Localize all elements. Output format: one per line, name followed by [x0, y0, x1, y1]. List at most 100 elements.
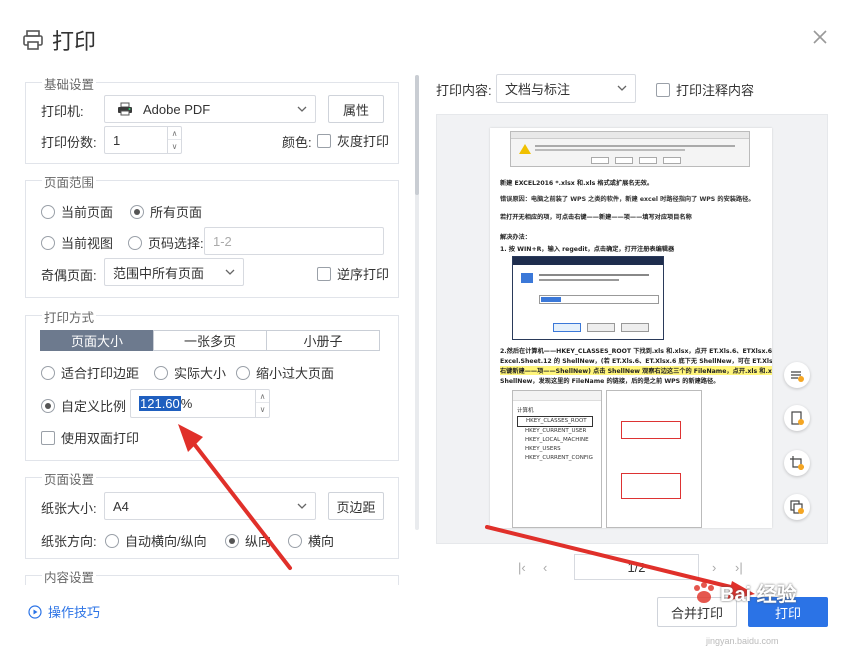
portrait-label: 纵向: [245, 534, 272, 549]
reverse-label: 逆序打印: [337, 267, 390, 282]
copies-stepper[interactable]: 1 ∧ ∨: [104, 126, 182, 154]
next-page-icon[interactable]: ›: [712, 560, 716, 575]
page-setup-group: 页面设置 纸张大小: A4 页边距 纸张方向: 自动横向/纵向 纵向 横向: [25, 469, 399, 559]
regedit-item: HKEY_CURRENT_CONFIG: [525, 455, 593, 461]
copy-icon: [790, 500, 804, 514]
settings-scrollbar-thumb[interactable]: [415, 75, 419, 195]
dialog-header: 打印: [22, 24, 96, 56]
doc-line: ShellNew，发现这里的 FileName 的链接，后的是之前 WPS 的新…: [500, 378, 720, 385]
grayscale-checkbox[interactable]: 灰度打印: [317, 131, 389, 150]
doc-line: 2.然后在计算机——HKEY_CLASSES_ROOT 下找到.xls 和.xl…: [500, 348, 772, 355]
radio-page-select[interactable]: 页码选择:: [128, 233, 204, 252]
preview-page: 新建 EXCEL2016 *.xlsx 和.xls 格式或扩展名无效。 错误原因…: [490, 128, 772, 528]
excel-dialog-image: [510, 131, 750, 167]
printer-label: 打印机:: [41, 104, 84, 119]
odd-even-label: 奇偶页面:: [41, 268, 97, 283]
reverse-checkbox[interactable]: 逆序打印: [317, 264, 389, 283]
shrink-large-label: 缩小过大页面: [256, 366, 335, 381]
radio-current-view[interactable]: 当前视图: [41, 233, 113, 252]
print-mode-group: 打印方式 页面大小 一张多页 小册子 适合打印边距 实际大小 缩小过大页面 自定…: [25, 307, 399, 461]
tips-label: 操作技巧: [48, 605, 101, 620]
radio-custom-scale[interactable]: 自定义比例: [41, 396, 126, 415]
dialog-title: 打印: [52, 29, 97, 54]
doc-line: 右键新建——项——ShellNew) 点击 ShellNew 观察右边这三个的 …: [500, 366, 772, 375]
auto-orientation-label: 自动横向/纵向: [125, 534, 207, 549]
tips-link[interactable]: 操作技巧: [28, 602, 100, 621]
scale-input[interactable]: 121.60 % ∧ ∨: [130, 389, 270, 418]
radio-landscape[interactable]: 横向: [288, 531, 334, 550]
radio-all-pages[interactable]: 所有页面: [130, 202, 202, 221]
copies-spin[interactable]: ∧ ∨: [167, 127, 181, 153]
printer-icon: [23, 30, 43, 50]
chevron-down-icon: [225, 269, 235, 275]
page-number-input[interactable]: 1/2: [574, 554, 699, 580]
grayscale-label: 灰度打印: [337, 134, 390, 149]
regedit-tree-image: [606, 390, 702, 528]
print-annotations-checkbox[interactable]: 打印注释内容: [656, 80, 754, 99]
paper-size-select[interactable]: A4: [104, 492, 316, 520]
regedit-tree: 计算机 HKEY_CLASSES_ROOT HKEY_CURRENT_USER …: [517, 407, 593, 463]
chevron-down-icon: [297, 106, 307, 112]
watermark-text: Bai 经验: [720, 584, 797, 606]
margin-button[interactable]: 页边距: [328, 492, 384, 520]
radio-shrink-large[interactable]: 缩小过大页面: [236, 363, 334, 382]
crop-button[interactable]: [784, 450, 810, 476]
printer-select[interactable]: Adobe PDF: [104, 95, 316, 123]
close-icon[interactable]: [810, 27, 830, 47]
radio-auto-orientation[interactable]: 自动横向/纵向: [105, 531, 207, 550]
page-range-legend: 页面范围: [42, 172, 97, 191]
doc-line: 1. 按 WIN+R，输入 regedit，点击确定，打开注册表编辑器: [500, 246, 675, 253]
all-pages-label: 所有页面: [150, 205, 203, 220]
doc-line: 解决办法：: [500, 234, 531, 241]
radio-actual-size[interactable]: 实际大小: [154, 363, 226, 382]
odd-even-select[interactable]: 范围中所有页面: [104, 258, 244, 286]
regedit-item: HKEY_CLASSES_ROOT: [517, 416, 593, 427]
basic-settings-legend: 基础设置: [42, 74, 97, 93]
radio-current-page[interactable]: 当前页面: [41, 202, 113, 221]
run-dialog-image: [512, 256, 664, 340]
tab-booklet[interactable]: 小册子: [266, 330, 380, 351]
paw-icon: [694, 581, 714, 603]
watermark-logo: Bai 经验: [690, 578, 797, 607]
doc-line: 新建 EXCEL2016 *.xlsx 和.xls 格式或扩展名无效。: [500, 180, 654, 187]
basic-settings-group: 基础设置 打印机: Adobe PDF 属性 打印份数: 1 ∧ ∨ 颜色: 灰度…: [25, 74, 399, 164]
watermark-url: jingyan.baidu.com: [706, 636, 779, 646]
radio-portrait[interactable]: 纵向: [225, 531, 271, 550]
first-page-icon[interactable]: |‹: [518, 560, 526, 575]
print-annotations-label: 打印注释内容: [676, 83, 755, 98]
paper-size-label: 纸张大小:: [41, 501, 97, 516]
duplex-checkbox[interactable]: 使用双面打印: [41, 428, 139, 447]
regedit-image: 计算机 HKEY_CLASSES_ROOT HKEY_CURRENT_USER …: [512, 390, 602, 528]
print-mode-tabs: 页面大小 一张多页 小册子: [40, 330, 380, 351]
page-select-placeholder: 1-2: [213, 233, 232, 249]
page-setup-legend: 页面设置: [42, 469, 97, 488]
doc-line: 错误原因：电脑之前装了 WPS 之类的软件，新建 excel 时路径指向了 WP…: [500, 196, 755, 203]
copies-value: 1: [113, 132, 121, 148]
page-select-label: 页码选择:: [148, 236, 204, 251]
content-settings-group: 内容设置: [25, 567, 399, 586]
scale-spin[interactable]: ∧ ∨: [255, 390, 269, 417]
regedit-item: HKEY_USERS: [525, 446, 561, 452]
fit-width-button[interactable]: [784, 362, 810, 388]
printer-value: Adobe PDF: [143, 101, 211, 117]
play-circle-icon: [28, 604, 42, 619]
properties-button[interactable]: 属性: [328, 95, 384, 123]
prev-page-icon[interactable]: ‹: [543, 560, 547, 575]
print-content-select[interactable]: 文档与标注: [496, 74, 636, 103]
print-content-value: 文档与标注: [505, 82, 571, 97]
tab-page-size[interactable]: 页面大小: [40, 330, 154, 351]
print-mode-legend: 打印方式: [42, 307, 97, 326]
copy-page-button[interactable]: [784, 494, 810, 520]
duplex-label: 使用双面打印: [61, 431, 140, 446]
printer-small-icon: [118, 102, 132, 116]
tab-multi-page[interactable]: 一张多页: [153, 330, 267, 351]
radio-fit-margin[interactable]: 适合打印边距: [41, 363, 139, 382]
page-select-input[interactable]: 1-2: [204, 227, 384, 255]
regedit-item: HKEY_CURRENT_USER: [525, 428, 587, 434]
page-setup-tool-button[interactable]: [784, 405, 810, 431]
print-content-label: 打印内容:: [436, 83, 492, 98]
scale-value: 121.60: [139, 396, 181, 411]
last-page-icon[interactable]: ›|: [735, 560, 743, 575]
fit-margin-label: 适合打印边距: [61, 366, 140, 381]
current-view-label: 当前视图: [61, 236, 114, 251]
